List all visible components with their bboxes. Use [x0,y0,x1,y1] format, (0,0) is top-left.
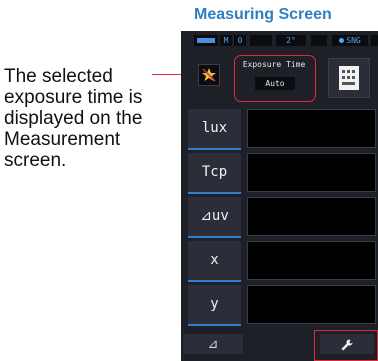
row-label-x[interactable]: x [188,241,241,282]
sng-indicator: SNG [332,35,368,46]
star-warning-icon[interactable] [198,64,220,86]
memory-button[interactable] [328,58,370,98]
status-bar: M 0 2° SNG [181,35,378,49]
battery-icon [197,38,215,43]
mode-indicator: M [220,35,232,46]
row-label-y[interactable]: y [188,285,241,326]
row-value-y [247,285,376,324]
sng-label: SNG [346,36,361,45]
delta-button[interactable]: ⊿ [183,334,243,354]
battery-indicator [194,35,218,46]
row-value-tcp [247,153,376,192]
mode-value: 0 [234,35,246,46]
page-title: Measuring Screen [194,6,332,23]
memory-card-icon [339,66,359,90]
settings-highlight [314,330,378,361]
exposure-time-label: Exposure Time [242,60,306,69]
status-blank-3 [371,35,378,46]
row-value-duv [247,197,376,236]
row-value-lux [247,109,376,148]
status-blank-1 [250,35,272,46]
description-text: The selected exposure time is displayed … [4,66,143,171]
row-label-lux[interactable]: lux [188,109,241,150]
sng-dot-icon [339,38,345,43]
row-value-x [247,241,376,280]
row-label-duv[interactable]: ⊿uv [188,197,241,238]
device-screen: M 0 2° SNG Exposure Time Auto lux Tcp ⊿u… [181,31,378,361]
row-label-tcp[interactable]: Tcp [188,153,241,194]
exposure-time-value[interactable]: Auto [255,77,295,90]
angle-indicator: 2° [276,35,306,46]
status-blank-2 [311,35,327,46]
